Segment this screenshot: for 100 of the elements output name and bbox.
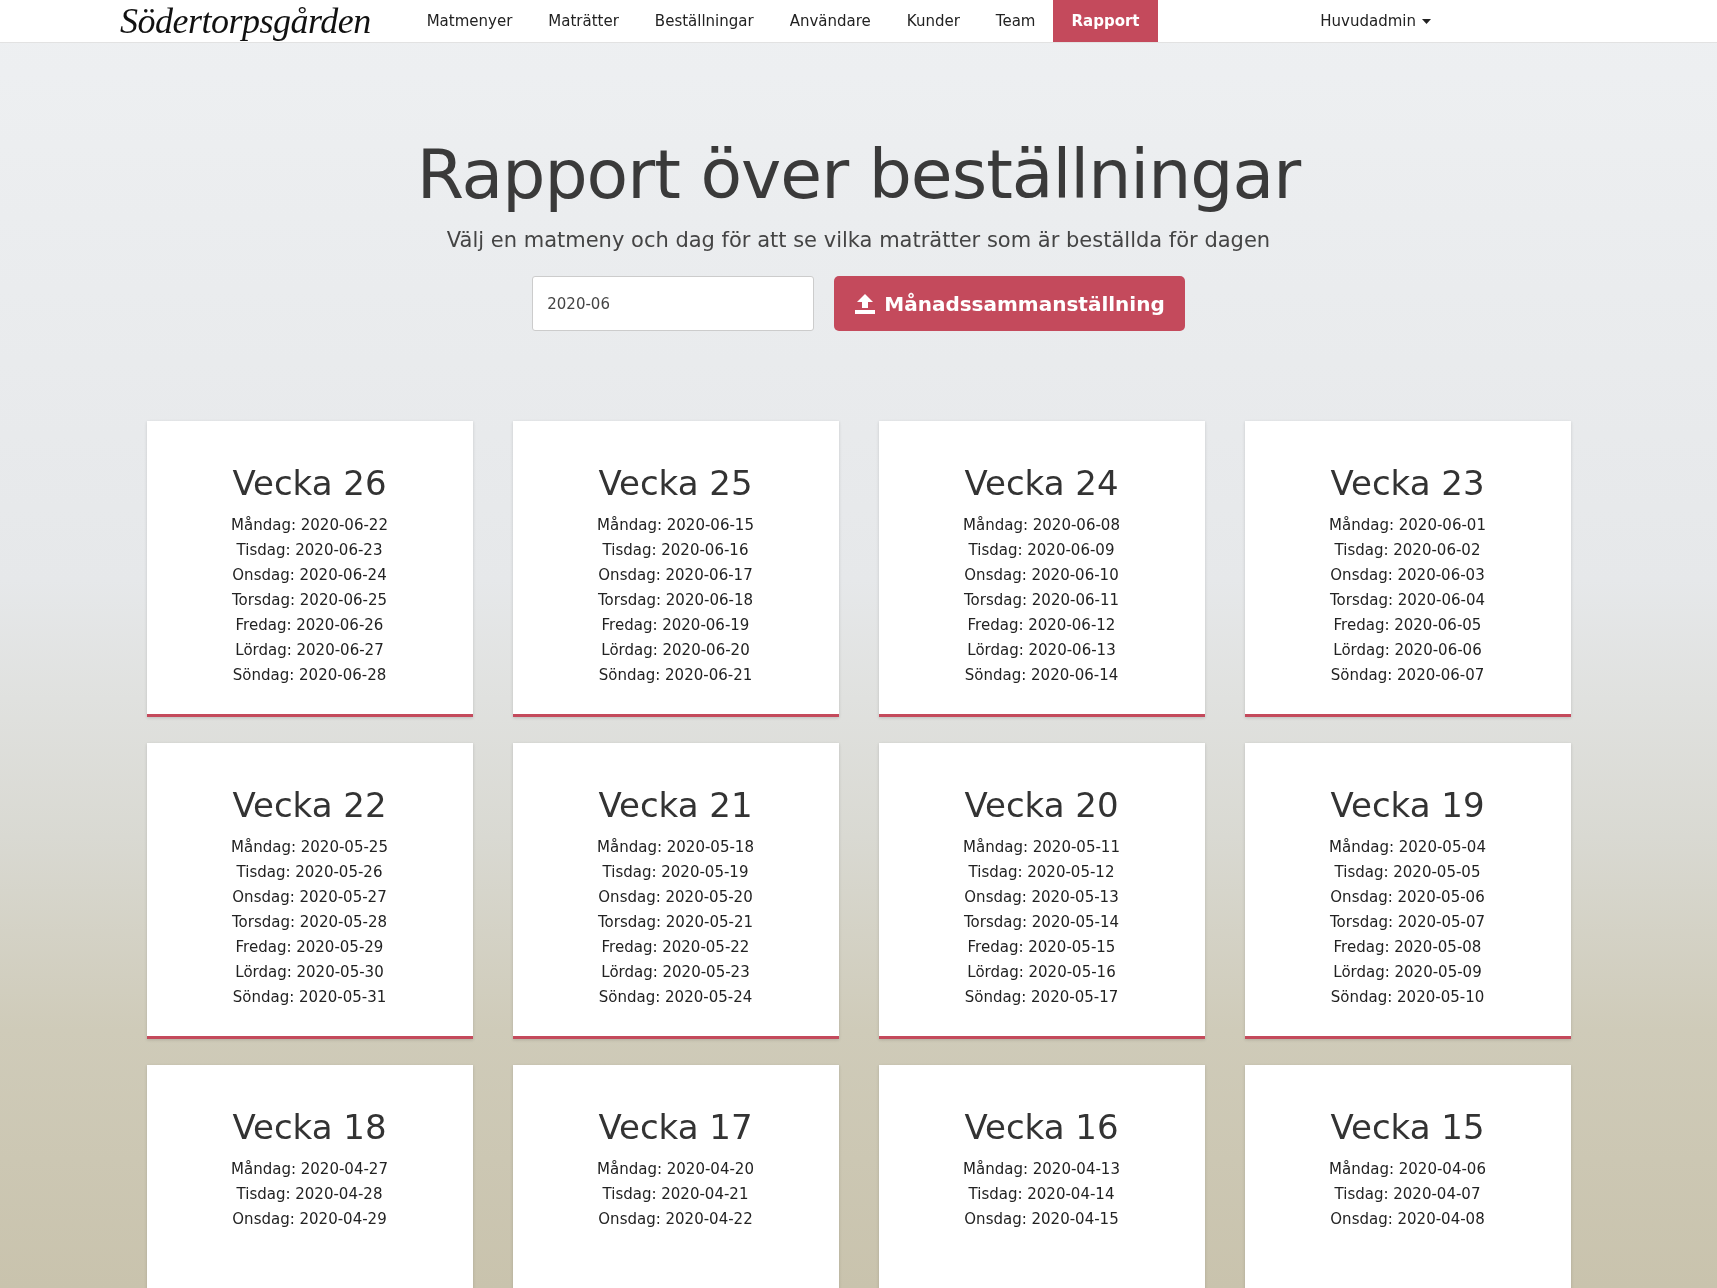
day-link[interactable]: Måndag: 2020-05-04 [1329,835,1486,860]
week-title: Vecka 21 [598,785,753,825]
day-link[interactable]: Söndag: 2020-06-21 [598,663,753,688]
day-link[interactable]: Lördag: 2020-05-09 [1333,960,1482,985]
day-link[interactable]: Tisdag: 2020-06-23 [236,538,383,563]
day-link[interactable]: Söndag: 2020-06-28 [232,663,387,688]
day-link[interactable]: Söndag: 2020-05-31 [232,985,387,1010]
day-link[interactable]: Onsdag: 2020-06-24 [232,563,387,588]
day-link[interactable]: Måndag: 2020-06-01 [1329,513,1486,538]
day-link[interactable]: Torsdag: 2020-06-18 [598,588,753,613]
day-link[interactable]: Fredag: 2020-06-19 [601,613,750,638]
day-link[interactable]: Onsdag: 2020-04-29 [232,1207,387,1232]
day-link[interactable]: Fredag: 2020-06-12 [967,613,1116,638]
day-link[interactable]: Torsdag: 2020-06-11 [964,588,1119,613]
day-link[interactable]: Onsdag: 2020-06-03 [1330,563,1485,588]
day-link[interactable]: Lördag: 2020-05-16 [967,960,1116,985]
day-link[interactable]: Onsdag: 2020-04-15 [964,1207,1119,1232]
day-link[interactable]: Söndag: 2020-05-24 [598,985,753,1010]
day-link[interactable]: Onsdag: 2020-05-13 [964,885,1119,910]
day-link[interactable]: Måndag: 2020-05-18 [597,835,754,860]
week-title: Vecka 25 [598,463,753,503]
day-link[interactable]: Torsdag: 2020-06-04 [1330,588,1485,613]
week-card[interactable]: Vecka 15 Måndag: 2020-04-06 Tisdag: 2020-04-07 Onsdag: 2020-04-08 [1244,1065,1571,1288]
day-link[interactable]: Tisdag: 2020-04-21 [602,1182,749,1207]
day-link[interactable]: Tisdag: 2020-04-07 [1334,1182,1481,1207]
week-card[interactable]: Vecka 20 Måndag: 2020-05-11 Tisdag: 2020-05-12 Onsdag: 2020-05-13 Torsdag: 2020-05-14 Fredag: 2020-05-15 Lördag: 2020-05-16 Söndag: 2020-05-17 [878,743,1205,1039]
day-link[interactable]: Måndag: 2020-04-27 [231,1157,388,1182]
week-title: Vecka 15 [1330,1107,1485,1147]
nav-link[interactable]: Beställningar [636,0,772,42]
day-link[interactable]: Fredag: 2020-05-22 [601,935,750,960]
week-card[interactable]: Vecka 17 Måndag: 2020-04-20 Tisdag: 2020-04-21 Onsdag: 2020-04-22 [512,1065,839,1288]
week-card[interactable]: Vecka 25 Måndag: 2020-06-15 Tisdag: 2020-06-16 Onsdag: 2020-06-17 Torsdag: 2020-06-18 Fredag: 2020-06-19 Lördag: 2020-06-20 Söndag: 2020-06-21 [512,421,839,717]
day-link[interactable]: Söndag: 2020-05-17 [964,985,1119,1010]
day-link[interactable]: Onsdag: 2020-05-06 [1330,885,1485,910]
day-link[interactable]: Torsdag: 2020-05-07 [1330,910,1485,935]
day-link[interactable]: Fredag: 2020-05-08 [1333,935,1482,960]
week-card[interactable]: Vecka 24 Måndag: 2020-06-08 Tisdag: 2020-06-09 Onsdag: 2020-06-10 Torsdag: 2020-06-11 Fredag: 2020-06-12 Lördag: 2020-06-13 Söndag: 2020-06-14 [878,421,1205,717]
day-link[interactable]: Söndag: 2020-06-07 [1330,663,1485,688]
day-link[interactable]: Tisdag: 2020-04-14 [968,1182,1115,1207]
day-link[interactable]: Tisdag: 2020-06-09 [968,538,1115,563]
day-link[interactable]: Måndag: 2020-05-11 [963,835,1120,860]
day-link[interactable]: Tisdag: 2020-06-02 [1334,538,1481,563]
day-link[interactable]: Fredag: 2020-05-29 [235,935,384,960]
day-link[interactable]: Söndag: 2020-05-10 [1330,985,1485,1010]
day-link[interactable]: Onsdag: 2020-06-17 [598,563,753,588]
day-link[interactable]: Lördag: 2020-05-23 [601,960,750,985]
month-field[interactable]: 2020-06 [532,276,815,331]
day-link[interactable]: Lördag: 2020-06-20 [601,638,750,663]
nav-link[interactable]: Rapport [1053,0,1158,42]
week-title: Vecka 23 [1330,463,1485,503]
nav-link[interactable]: Maträtter [530,0,637,42]
nav-link[interactable]: Användare [771,0,889,42]
day-link[interactable]: Tisdag: 2020-05-26 [236,860,383,885]
day-link[interactable]: Torsdag: 2020-05-14 [964,910,1119,935]
week-card[interactable]: Vecka 22 Måndag: 2020-05-25 Tisdag: 2020-05-26 Onsdag: 2020-05-27 Torsdag: 2020-05-28 Fredag: 2020-05-29 Lördag: 2020-05-30 Söndag: 2020-05-31 [146,743,473,1039]
nav-link[interactable]: Matmenyer [408,0,531,42]
week-card[interactable]: Vecka 21 Måndag: 2020-05-18 Tisdag: 2020-05-19 Onsdag: 2020-05-20 Torsdag: 2020-05-21 Fredag: 2020-05-22 Lördag: 2020-05-23 Söndag: 2020-05-24 [512,743,839,1039]
day-link[interactable]: Lördag: 2020-06-27 [235,638,384,663]
day-link[interactable]: Onsdag: 2020-04-22 [598,1207,753,1232]
nav-link[interactable]: Team [977,0,1054,42]
day-link[interactable]: Måndag: 2020-06-22 [231,513,388,538]
day-link[interactable]: Fredag: 2020-06-05 [1333,613,1482,638]
day-link[interactable]: Tisdag: 2020-05-12 [968,860,1115,885]
day-link[interactable]: Torsdag: 2020-06-25 [232,588,387,613]
day-link[interactable]: Måndag: 2020-06-15 [597,513,754,538]
week-card[interactable]: Vecka 19 Måndag: 2020-05-04 Tisdag: 2020-05-05 Onsdag: 2020-05-06 Torsdag: 2020-05-07 Fredag: 2020-05-08 Lördag: 2020-05-09 Söndag: 2020-05-10 [1244,743,1571,1039]
day-link[interactable]: Lördag: 2020-06-06 [1333,638,1482,663]
day-link[interactable]: Onsdag: 2020-05-27 [232,885,387,910]
upload-icon [854,292,877,315]
day-link[interactable]: Onsdag: 2020-06-10 [964,563,1119,588]
day-link[interactable]: Måndag: 2020-04-20 [597,1157,754,1182]
day-link[interactable]: Tisdag: 2020-06-16 [602,538,749,563]
summary-button[interactable]: Månadssammanställning [834,276,1185,331]
week-card[interactable]: Vecka 18 Måndag: 2020-04-27 Tisdag: 2020-04-28 Onsdag: 2020-04-29 [146,1065,473,1288]
brand-logo[interactable]: Södertorpsgården [120,0,371,42]
week-card[interactable]: Vecka 23 Måndag: 2020-06-01 Tisdag: 2020-06-02 Onsdag: 2020-06-03 Torsdag: 2020-06-04 Fredag: 2020-06-05 Lördag: 2020-06-06 Söndag: 2020-06-07 [1244,421,1571,717]
day-link[interactable]: Fredag: 2020-05-15 [967,935,1116,960]
day-link[interactable]: Måndag: 2020-06-08 [963,513,1120,538]
caret-icon [1422,18,1431,24]
week-title: Vecka 16 [964,1107,1119,1147]
day-link[interactable]: Lördag: 2020-05-30 [235,960,384,985]
day-link[interactable]: Måndag: 2020-04-06 [1329,1157,1486,1182]
day-link[interactable]: Måndag: 2020-04-13 [963,1157,1120,1182]
day-link[interactable]: Måndag: 2020-05-25 [231,835,388,860]
day-link[interactable]: Tisdag: 2020-04-28 [236,1182,383,1207]
day-link[interactable]: Fredag: 2020-06-26 [235,613,384,638]
day-link[interactable]: Tisdag: 2020-05-05 [1334,860,1481,885]
day-link[interactable]: Torsdag: 2020-05-28 [232,910,387,935]
week-title: Vecka 19 [1330,785,1485,825]
day-link[interactable]: Onsdag: 2020-05-20 [598,885,753,910]
nav-link[interactable]: Kunder [888,0,978,42]
day-link[interactable]: Söndag: 2020-06-14 [964,663,1119,688]
user-menu[interactable]: Huvudadmin [1314,0,1437,42]
day-link[interactable]: Tisdag: 2020-05-19 [602,860,749,885]
week-card[interactable]: Vecka 26 Måndag: 2020-06-22 Tisdag: 2020-06-23 Onsdag: 2020-06-24 Torsdag: 2020-06-25 Fredag: 2020-06-26 Lördag: 2020-06-27 Söndag: 2020-06-28 [146,421,473,717]
day-link[interactable]: Onsdag: 2020-04-08 [1330,1207,1485,1232]
week-title: Vecka 17 [598,1107,753,1147]
week-card[interactable]: Vecka 16 Måndag: 2020-04-13 Tisdag: 2020-04-14 Onsdag: 2020-04-15 [878,1065,1205,1288]
day-link[interactable]: Torsdag: 2020-05-21 [598,910,753,935]
day-link[interactable]: Lördag: 2020-06-13 [967,638,1116,663]
